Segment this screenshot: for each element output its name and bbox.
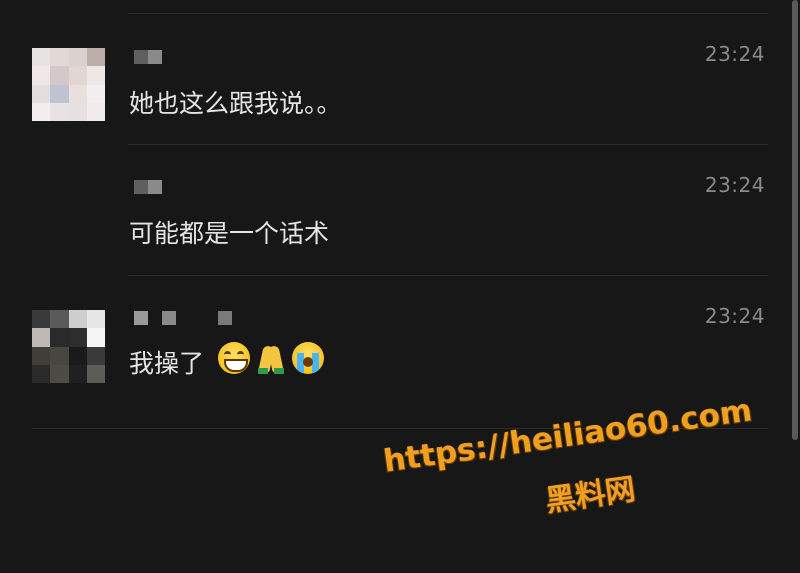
sender-name-redacted bbox=[134, 50, 162, 64]
message-timestamp: 23:24 bbox=[704, 304, 765, 328]
message-divider bbox=[128, 275, 768, 276]
message-text: 她也这么跟我说。。 bbox=[129, 89, 342, 118]
chat-window: 23:24 她也这么跟我说。。 23:24 可能都是一个话术 23:24 我操了 bbox=[0, 0, 800, 573]
message-timestamp: 23:24 bbox=[704, 173, 765, 197]
loudly-crying-face-icon bbox=[292, 342, 324, 374]
avatar[interactable] bbox=[32, 48, 105, 121]
folded-hands-icon bbox=[254, 342, 288, 374]
watermark-site-name: 黑料网 bbox=[543, 471, 638, 520]
avatar[interactable] bbox=[32, 310, 105, 383]
message-emojis bbox=[218, 342, 324, 374]
message-text: 可能都是一个话术 bbox=[129, 219, 330, 248]
message-divider bbox=[128, 13, 768, 14]
message-divider bbox=[128, 144, 768, 145]
scrollbar[interactable] bbox=[792, 0, 798, 440]
sender-name-redacted bbox=[134, 180, 162, 194]
watermark-url: https://heiliao60.com bbox=[381, 392, 755, 480]
message-text: 我操了 bbox=[129, 349, 205, 378]
sender-name-redacted bbox=[134, 311, 232, 325]
message-timestamp: 23:24 bbox=[704, 42, 765, 66]
grinning-face-icon bbox=[218, 342, 250, 374]
